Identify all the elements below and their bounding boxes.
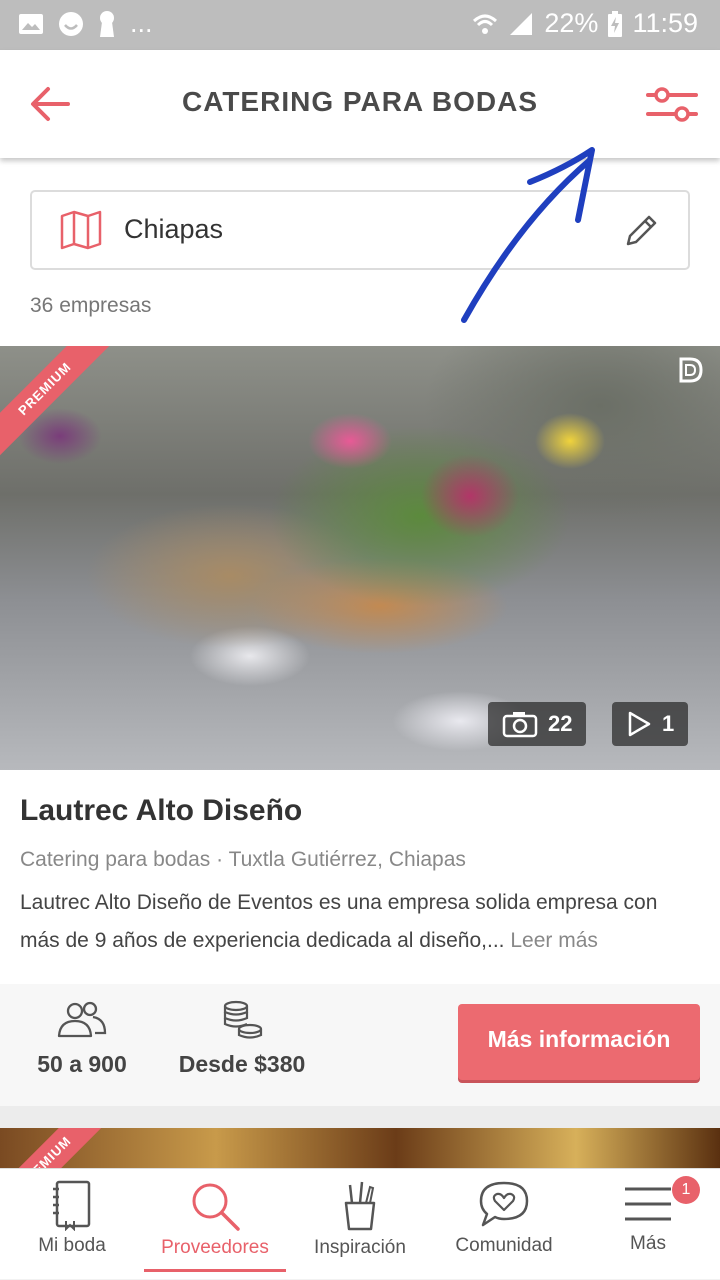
nav-label-mas: Más — [630, 1233, 666, 1254]
nav-mi-boda[interactable]: Mi boda — [22, 1169, 122, 1280]
wifi-icon — [473, 14, 498, 34]
map-icon — [60, 210, 102, 250]
nav-proveedores[interactable]: Proveedores — [144, 1169, 286, 1280]
battery-percent: 22% — [544, 8, 599, 38]
edit-pencil-icon[interactable] — [622, 212, 660, 250]
videos-count: 1 — [662, 711, 675, 736]
battery-charging-icon — [608, 10, 623, 37]
heart-chat-icon — [479, 1181, 529, 1227]
nav-label-mi-boda: Mi boda — [38, 1235, 106, 1256]
videos-count-button[interactable]: 1 — [612, 702, 689, 746]
search-icon — [192, 1183, 240, 1231]
nav-label-inspiracion: Inspiración — [314, 1237, 406, 1258]
price-stat: Desde $380 — [168, 1000, 316, 1078]
listing-photo[interactable]: PREMIUM 22 1 — [0, 346, 720, 770]
coins-icon — [223, 1000, 263, 1039]
image-icon — [19, 13, 43, 34]
guests-value: 50 a 900 — [37, 1051, 127, 1077]
signal-icon — [510, 12, 533, 35]
premium-badge: PREMIUM — [0, 346, 116, 460]
filter-sliders-icon[interactable] — [644, 84, 700, 126]
results-count: 36 empresas — [30, 294, 152, 317]
photos-count: 22 — [548, 711, 573, 736]
nav-label-proveedores: Proveedores — [161, 1237, 269, 1258]
nav-label-comunidad: Comunidad — [455, 1235, 553, 1256]
status-more-dots: ... — [130, 8, 153, 38]
price-value: Desde $380 — [178, 1051, 306, 1077]
premium-badge-2: PREMIUM — [0, 1128, 116, 1170]
page-title: CATERING PARA BODAS — [181, 86, 539, 117]
status-bar: ... 22% 11:59 — [0, 0, 720, 50]
next-listing-photo[interactable]: PREMIUM — [0, 1128, 720, 1170]
nav-comunidad[interactable]: Comunidad — [440, 1169, 568, 1280]
content-area: Chiapas 36 empresas PREMIUM 22 1 Lautrec… — [0, 158, 720, 1170]
emoji-icon — [59, 11, 83, 36]
keyhole-icon — [100, 10, 114, 37]
play-icon — [628, 711, 651, 737]
notification-badge: 1 — [672, 1176, 700, 1204]
location-selector[interactable]: Chiapas — [30, 190, 690, 270]
location-value: Chiapas — [124, 214, 224, 244]
d-logo-icon — [679, 357, 703, 383]
app-bar: CATERING PARA BODAS — [0, 50, 720, 158]
camera-icon — [502, 712, 538, 738]
more-info-button[interactable]: Más información — [458, 1004, 700, 1080]
vendor-description: Lautrec Alto Diseño de Eventos es una em… — [20, 884, 700, 960]
clock: 11:59 — [632, 8, 698, 38]
photos-count-button[interactable]: 22 — [488, 702, 587, 746]
guests-stat: 50 a 900 — [28, 1000, 136, 1078]
pencil-cup-icon — [344, 1181, 376, 1231]
bottom-navigation: Mi boda Proveedores Inspiración Comunida… — [0, 1168, 720, 1279]
vendor-name[interactable]: Lautrec Alto Diseño — [20, 794, 302, 828]
vendor-meta: Catering para bodas · Tuxtla Gutiérrez, … — [20, 848, 466, 871]
notebook-icon — [53, 1180, 91, 1231]
guests-icon — [57, 1001, 107, 1038]
status-icons-left: ... — [18, 8, 153, 39]
active-tab-indicator — [144, 1269, 286, 1272]
listing-separator — [0, 1106, 720, 1128]
status-icons-right: 22% 11:59 — [472, 8, 698, 39]
hamburger-menu-icon — [625, 1187, 671, 1221]
read-more-link[interactable]: Leer más — [510, 929, 598, 952]
nav-inspiracion[interactable]: Inspiración — [300, 1169, 420, 1280]
